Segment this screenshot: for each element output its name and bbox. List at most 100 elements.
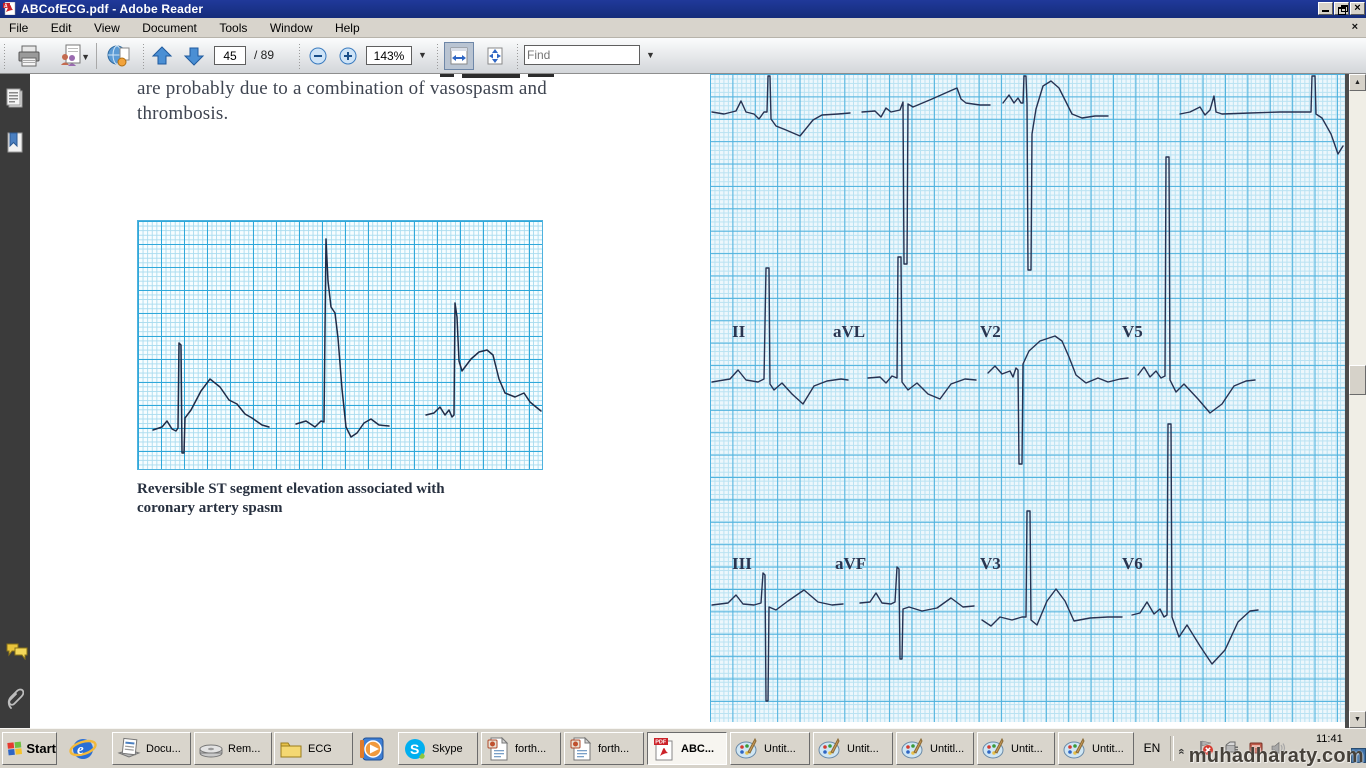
minimize-button[interactable] <box>1318 2 1333 15</box>
toolbar-grip[interactable] <box>298 43 302 69</box>
minimize-icon <box>1322 10 1329 12</box>
fit-page-icon <box>485 46 505 66</box>
attachments-panel-icon[interactable] <box>6 688 24 712</box>
plus-circle-icon <box>339 47 357 65</box>
taskbar-button-paint-1[interactable]: Untit... <box>730 732 810 765</box>
navigation-pane-bar <box>0 74 30 728</box>
pages-panel-icon[interactable] <box>6 88 25 110</box>
paragraph-line-1: are probably due to a combination of vas… <box>137 78 547 100</box>
taskbar-button-ecg-folder[interactable]: ECG <box>274 732 353 765</box>
title-bar: A ABCofECG.pdf - Adobe Reader × <box>0 0 1366 18</box>
document-viewer-icon <box>117 737 141 761</box>
toolbar-grip[interactable] <box>142 43 146 69</box>
find-input[interactable] <box>524 45 640 65</box>
taskbar: Start e Docu... <box>0 728 1366 768</box>
taskbar-button-skype[interactable]: S Skype <box>398 732 478 765</box>
lead-label-III: III <box>732 554 752 574</box>
close-button[interactable]: × <box>1350 2 1365 15</box>
menu-edit[interactable]: Edit <box>42 18 81 35</box>
zoom-dropdown-icon[interactable]: ▼ <box>418 50 427 60</box>
menu-view[interactable]: View <box>85 18 129 35</box>
paint-icon <box>735 737 759 761</box>
svg-text:PDF: PDF <box>655 739 667 745</box>
taskbar-button-forth-1[interactable]: forth... <box>481 732 561 765</box>
share-document-button[interactable]: ▼ <box>52 41 90 71</box>
figure-caption-line-1: Reversible ST segment elevation associat… <box>137 481 445 498</box>
media-player-icon[interactable] <box>358 734 388 764</box>
toolbar-grip[interactable] <box>516 43 520 69</box>
taskbar-button-paint-3[interactable]: Untitl... <box>896 732 974 765</box>
toolbar-separator <box>96 43 97 69</box>
internet-explorer-icon[interactable]: e <box>68 734 98 764</box>
menu-document[interactable]: Document <box>133 18 206 35</box>
restore-button[interactable] <box>1334 2 1349 15</box>
share-document-icon <box>59 44 83 68</box>
scrollbar-thumb[interactable] <box>1349 365 1366 395</box>
folder-icon <box>279 737 303 761</box>
fit-width-button[interactable] <box>444 42 474 70</box>
arrow-down-icon <box>183 45 205 67</box>
close-document-icon[interactable]: × <box>1352 21 1358 33</box>
lead-label-aVL: aVL <box>833 322 865 342</box>
zoom-out-button[interactable] <box>306 41 330 71</box>
fit-page-button[interactable] <box>480 42 510 70</box>
comments-panel-icon[interactable] <box>6 642 28 660</box>
share-dropdown-icon[interactable]: ▼ <box>81 52 90 62</box>
zoom-in-button[interactable] <box>336 41 360 71</box>
window-title: ABCofECG.pdf - Adobe Reader <box>21 2 203 16</box>
pdf-icon: PDF <box>652 737 676 761</box>
bookmarks-panel-icon[interactable] <box>6 132 25 156</box>
start-button[interactable]: Start <box>2 732 57 765</box>
toolbar-grip[interactable] <box>3 43 7 69</box>
lead-label-II: II <box>732 322 745 342</box>
page-number-input[interactable] <box>214 46 246 65</box>
taskbar-button-label: Docu... <box>146 743 181 755</box>
removable-drive-icon <box>199 737 223 761</box>
taskbar-button-label: Untit... <box>847 743 879 755</box>
previous-page-button[interactable] <box>148 41 176 71</box>
menu-file[interactable]: File <box>0 18 37 35</box>
taskbar-button-paint-5[interactable]: Untit... <box>1058 732 1134 765</box>
toolbar-grip[interactable] <box>436 43 440 69</box>
taskbar-button-removable[interactable]: Rem... <box>194 732 272 765</box>
menu-help[interactable]: Help <box>326 18 369 35</box>
ecg-figure-large: II aVL V2 V5 III aVF V3 V6 <box>710 74 1345 722</box>
printer-icon <box>17 45 41 67</box>
scroll-up-button[interactable]: ▲ <box>1349 74 1366 91</box>
print-button[interactable] <box>12 41 46 71</box>
pdf-page: are probably due to a combination of vas… <box>30 74 1345 728</box>
language-indicator[interactable]: EN <box>1138 735 1166 762</box>
taskbar-button-paint-2[interactable]: Untit... <box>813 732 893 765</box>
page-total-label: / 89 <box>254 48 274 62</box>
taskbar-button-paint-4[interactable]: Untit... <box>977 732 1055 765</box>
zoom-level-input[interactable] <box>366 46 412 65</box>
paint-icon <box>818 737 842 761</box>
toolbar: ▼ / 89 <box>0 38 1366 74</box>
lead-label-V2: V2 <box>980 322 1001 342</box>
restore-icon-back <box>1341 5 1348 12</box>
document-work-area: are probably due to a combination of vas… <box>0 74 1366 728</box>
taskbar-button-forth-2[interactable]: forth... <box>564 732 644 765</box>
ecg-figure-small <box>137 220 543 470</box>
web-capture-button[interactable] <box>102 41 136 71</box>
find-dropdown-icon[interactable]: ▼ <box>646 50 655 60</box>
paint-icon <box>901 737 925 761</box>
windows-logo-icon <box>6 740 23 757</box>
taskbar-button-label: Untit... <box>1011 743 1043 755</box>
taskbar-button-label: Skype <box>432 743 463 755</box>
media-document-icon <box>569 737 593 761</box>
menu-tools[interactable]: Tools <box>210 18 256 35</box>
ecg-trace-large <box>710 74 1345 722</box>
scroll-down-button[interactable]: ▼ <box>1349 711 1366 728</box>
taskbar-button-label: ECG <box>308 743 332 755</box>
paint-icon <box>982 737 1006 761</box>
vertical-scrollbar[interactable]: ▲ ▼ <box>1349 74 1366 728</box>
taskbar-button-label: Untitl... <box>930 743 964 755</box>
menu-window[interactable]: Window <box>261 18 322 35</box>
taskbar-button-abcofecg-active[interactable]: PDF ABC... <box>647 732 727 765</box>
svg-text:S: S <box>410 741 419 757</box>
next-page-button[interactable] <box>180 41 208 71</box>
taskbar-clock: 11:41 <box>1316 733 1343 745</box>
minus-circle-icon <box>309 47 327 65</box>
taskbar-button-documents[interactable]: Docu... <box>112 732 191 765</box>
